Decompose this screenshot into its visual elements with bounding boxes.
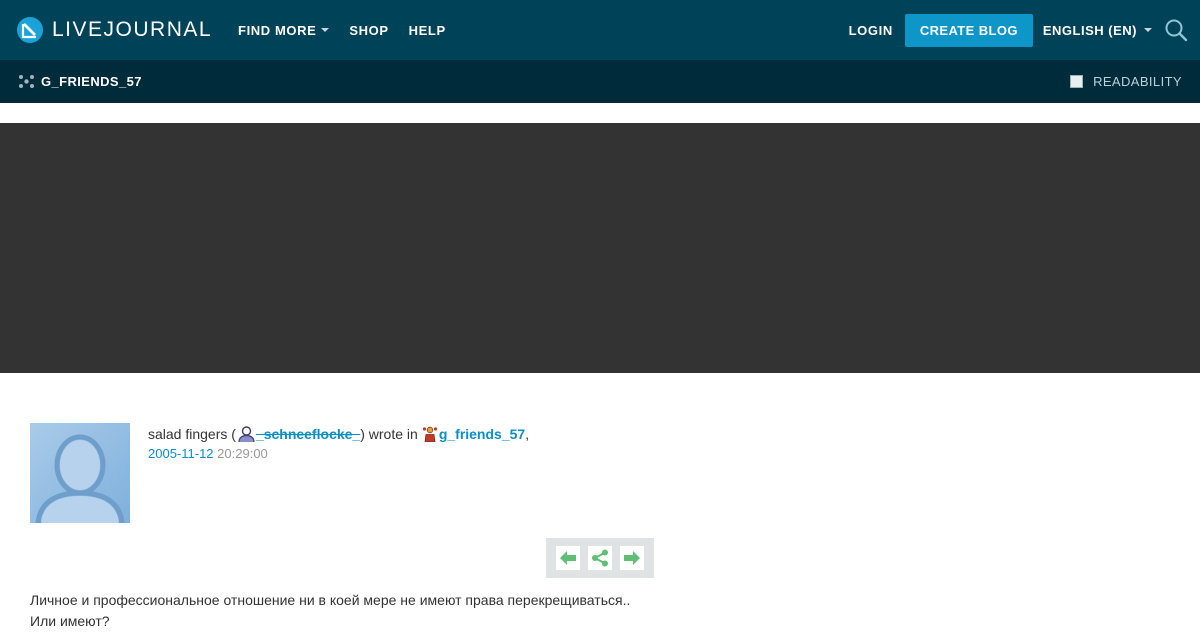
community-link[interactable]: G_FRIENDS_57 xyxy=(18,74,142,89)
community-user-icon[interactable] xyxy=(422,426,438,442)
top-navigation-bar: LIVEJOURNAL FIND MORE SHOP HELP LOGIN CR… xyxy=(0,0,1200,60)
byline-comma: , xyxy=(525,426,530,442)
default-avatar-image[interactable] xyxy=(30,423,130,523)
nav-help-label: HELP xyxy=(408,22,446,38)
share-button[interactable] xyxy=(588,546,612,570)
header-banner xyxy=(0,123,1200,373)
readability-toggle[interactable]: READABILITY xyxy=(1070,74,1182,89)
arrow-right-icon xyxy=(624,551,640,565)
community-name: G_FRIENDS_57 xyxy=(41,74,142,89)
next-entry-button[interactable] xyxy=(620,546,644,570)
chevron-down-icon xyxy=(1144,28,1152,32)
entry-date-link[interactable]: 2005-11-12 xyxy=(148,446,214,461)
arrow-left-icon xyxy=(560,551,576,565)
wrote-in-text: ) wrote in xyxy=(360,426,418,442)
nav-help[interactable]: HELP xyxy=(409,23,446,38)
nav-find-more[interactable]: FIND MORE xyxy=(238,22,330,38)
language-selector[interactable]: ENGLISH (EN) xyxy=(1043,23,1152,38)
nav-shop[interactable]: SHOP xyxy=(349,23,388,38)
user-icon[interactable] xyxy=(238,426,255,442)
entry-body: Личное и профессиональное отношение ни в… xyxy=(30,590,630,632)
logo-text: LIVEJOURNAL xyxy=(52,18,213,41)
create-blog-button[interactable]: CREATE BLOG xyxy=(904,13,1033,47)
entry-text-line-2: Или имеют? xyxy=(30,613,110,629)
entry-time: 20:29:00 xyxy=(217,446,268,461)
community-bar: G_FRIENDS_57 READABILITY xyxy=(0,60,1200,103)
entry-text-line-1: Личное и профессиональное отношение ни в… xyxy=(30,592,631,608)
entry-actions xyxy=(546,538,654,578)
community-link-in-entry[interactable]: g_friends_57 xyxy=(439,425,525,443)
search-icon[interactable] xyxy=(1164,18,1188,42)
entry-header: salad fingers ( _schneeflocke_ ) wrote i… xyxy=(30,423,529,523)
account-nav: LOGIN CREATE BLOG ENGLISH (EN) xyxy=(849,13,1188,47)
prev-entry-button[interactable] xyxy=(556,546,580,570)
entry-dateline: 2005-11-12 20:29:00 xyxy=(148,443,529,465)
readability-label: READABILITY xyxy=(1093,74,1182,89)
readability-checkbox[interactable] xyxy=(1070,75,1084,88)
main-nav: FIND MORE SHOP HELP xyxy=(238,23,446,38)
entry-meta: salad fingers ( _schneeflocke_ ) wrote i… xyxy=(148,423,529,523)
login-link[interactable]: LOGIN xyxy=(849,23,893,38)
community-icon xyxy=(19,75,34,88)
author-display-name: salad fingers ( xyxy=(148,426,236,442)
livejournal-logo[interactable]: LIVEJOURNAL xyxy=(16,16,212,44)
byline: salad fingers ( _schneeflocke_ ) wrote i… xyxy=(148,425,529,443)
nav-find-more-label: FIND MORE xyxy=(238,22,317,38)
nav-shop-label: SHOP xyxy=(349,22,389,38)
livejournal-logo-icon xyxy=(17,17,43,43)
language-label: ENGLISH (EN) xyxy=(1042,22,1137,38)
share-icon xyxy=(592,549,608,567)
chevron-down-icon xyxy=(321,28,330,32)
author-username-link[interactable]: _schneeflocke_ xyxy=(256,425,360,443)
